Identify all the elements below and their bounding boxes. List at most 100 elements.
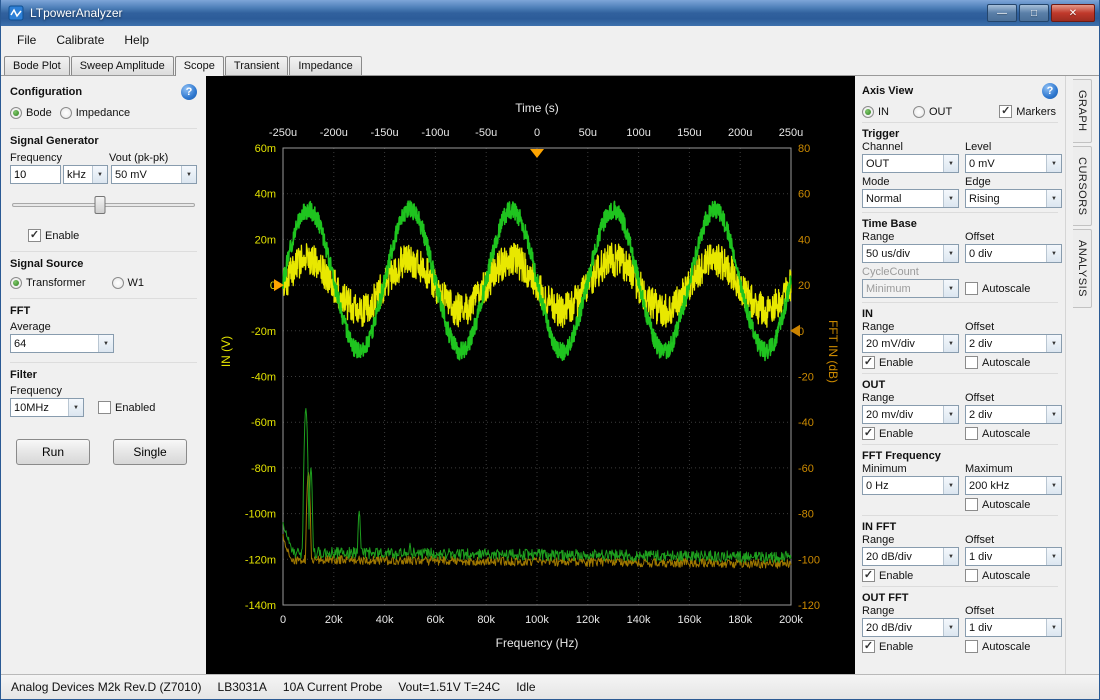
transformer-radio-circle[interactable] bbox=[10, 277, 22, 289]
in-radio-circle[interactable] bbox=[862, 106, 874, 118]
out-fft-enable-box[interactable] bbox=[862, 640, 875, 653]
in-fft-autoscale-checkbox[interactable]: Autoscale bbox=[965, 569, 1062, 582]
trigger-edge-select[interactable]: Rising bbox=[965, 189, 1062, 208]
markers-checkbox-box[interactable] bbox=[999, 105, 1012, 118]
in-fft-offset-select[interactable]: 1 div bbox=[965, 547, 1062, 566]
run-button[interactable]: Run bbox=[16, 439, 90, 465]
out-autoscale-box[interactable] bbox=[965, 427, 978, 440]
frequency-input[interactable] bbox=[10, 165, 61, 184]
scope-canvas[interactable]: -250u-200u-150u-100u-50u050u100u150u200u… bbox=[206, 76, 855, 674]
minimize-button[interactable]: — bbox=[987, 4, 1017, 22]
tab-sweep-amplitude[interactable]: Sweep Amplitude bbox=[71, 56, 174, 75]
out-fft-autoscale-box[interactable] bbox=[965, 640, 978, 653]
menu-file[interactable]: File bbox=[7, 29, 46, 51]
frequency-unit-select[interactable]: kHz bbox=[63, 165, 108, 184]
time-base-range-select[interactable]: 50 us/div bbox=[862, 244, 959, 263]
chevron-down-icon[interactable] bbox=[943, 335, 958, 352]
out-enable-box[interactable] bbox=[862, 427, 875, 440]
markers-checkbox[interactable]: Markers bbox=[999, 105, 1056, 118]
chevron-down-icon[interactable] bbox=[943, 477, 958, 494]
tab-transient[interactable]: Transient bbox=[225, 56, 288, 75]
trigger-level-select[interactable]: 0 mV bbox=[965, 154, 1062, 173]
chevron-down-icon[interactable] bbox=[92, 166, 107, 183]
menu-calibrate[interactable]: Calibrate bbox=[46, 29, 114, 51]
in-range-select[interactable]: 20 mV/div bbox=[862, 334, 959, 353]
transformer-radio[interactable]: Transformer bbox=[10, 277, 86, 289]
tab-scope[interactable]: Scope bbox=[175, 56, 224, 76]
chevron-down-icon[interactable] bbox=[1046, 155, 1061, 172]
single-button[interactable]: Single bbox=[113, 439, 187, 465]
bode-radio[interactable]: Bode bbox=[10, 107, 52, 119]
chevron-down-icon[interactable] bbox=[181, 166, 196, 183]
autoscale-checkbox-box[interactable] bbox=[965, 282, 978, 295]
chevron-down-icon[interactable] bbox=[943, 245, 958, 262]
chevron-down-icon[interactable] bbox=[943, 155, 958, 172]
in-enable-box[interactable] bbox=[862, 356, 875, 369]
filter-enabled-box[interactable] bbox=[98, 401, 111, 414]
out-enable-checkbox[interactable]: Enable bbox=[862, 427, 959, 440]
in-fft-enable-box[interactable] bbox=[862, 569, 875, 582]
w1-radio[interactable]: W1 bbox=[112, 277, 145, 289]
chevron-down-icon[interactable] bbox=[1046, 477, 1061, 494]
chevron-down-icon[interactable] bbox=[1046, 190, 1061, 207]
enable-checkbox-box[interactable] bbox=[28, 229, 41, 242]
filter-enabled-checkbox[interactable]: Enabled bbox=[98, 401, 155, 414]
side-tab-analysis[interactable]: ANALYSIS bbox=[1073, 229, 1092, 308]
chevron-down-icon[interactable] bbox=[943, 190, 958, 207]
chevron-down-icon[interactable] bbox=[1046, 335, 1061, 352]
tab-impedance[interactable]: Impedance bbox=[289, 56, 361, 75]
side-tab-graph[interactable]: GRAPH bbox=[1073, 79, 1092, 143]
fft-maximum-select[interactable]: 200 kHz bbox=[965, 476, 1062, 495]
trigger-channel-select[interactable]: OUT bbox=[862, 154, 959, 173]
tab-bode-plot[interactable]: Bode Plot bbox=[4, 56, 70, 75]
help-icon[interactable]: ? bbox=[1042, 83, 1058, 99]
fft-minimum-select[interactable]: 0 Hz bbox=[862, 476, 959, 495]
in-enable-checkbox[interactable]: Enable bbox=[862, 356, 959, 369]
chevron-down-icon[interactable] bbox=[943, 548, 958, 565]
average-select[interactable]: 64 bbox=[10, 334, 114, 353]
axis-view-out-radio[interactable]: OUT bbox=[913, 106, 952, 118]
filter-frequency-select[interactable]: 10MHz bbox=[10, 398, 84, 417]
in-fft-enable-checkbox[interactable]: Enable bbox=[862, 569, 959, 582]
out-range-select[interactable]: 20 mv/div bbox=[862, 405, 959, 424]
close-button[interactable]: ✕ bbox=[1051, 4, 1095, 22]
slider-thumb[interactable] bbox=[94, 196, 105, 214]
in-autoscale-checkbox[interactable]: Autoscale bbox=[965, 356, 1062, 369]
axis-view-in-radio[interactable]: IN bbox=[862, 106, 889, 118]
fft-frequency-autoscale-checkbox[interactable]: Autoscale bbox=[965, 498, 1062, 511]
frequency-slider[interactable] bbox=[12, 194, 195, 216]
trigger-mode-select[interactable]: Normal bbox=[862, 189, 959, 208]
chevron-down-icon[interactable] bbox=[1046, 548, 1061, 565]
w1-radio-circle[interactable] bbox=[112, 277, 124, 289]
out-fft-offset-select[interactable]: 1 div bbox=[965, 618, 1062, 637]
chevron-down-icon[interactable] bbox=[1046, 619, 1061, 636]
chevron-down-icon[interactable] bbox=[943, 619, 958, 636]
bode-radio-circle[interactable] bbox=[10, 107, 22, 119]
impedance-radio[interactable]: Impedance bbox=[60, 107, 130, 119]
scope-plot[interactable]: -250u-200u-150u-100u-50u050u100u150u200u… bbox=[206, 76, 855, 674]
help-icon[interactable]: ? bbox=[181, 84, 197, 100]
in-autoscale-box[interactable] bbox=[965, 356, 978, 369]
fft-autoscale-box[interactable] bbox=[965, 498, 978, 511]
out-fft-autoscale-checkbox[interactable]: Autoscale bbox=[965, 640, 1062, 653]
chevron-down-icon[interactable] bbox=[943, 406, 958, 423]
chevron-down-icon[interactable] bbox=[1046, 406, 1061, 423]
out-fft-enable-checkbox[interactable]: Enable bbox=[862, 640, 959, 653]
chevron-down-icon[interactable] bbox=[98, 335, 113, 352]
side-tab-cursors[interactable]: CURSORS bbox=[1073, 146, 1092, 227]
in-offset-select[interactable]: 2 div bbox=[965, 334, 1062, 353]
out-radio-circle[interactable] bbox=[913, 106, 925, 118]
in-fft-autoscale-box[interactable] bbox=[965, 569, 978, 582]
title-bar[interactable]: LTpowerAnalyzer — □ ✕ bbox=[1, 0, 1099, 26]
out-offset-select[interactable]: 2 div bbox=[965, 405, 1062, 424]
vout-select[interactable]: 50 mV bbox=[111, 165, 197, 184]
out-autoscale-checkbox[interactable]: Autoscale bbox=[965, 427, 1062, 440]
chevron-down-icon[interactable] bbox=[1046, 245, 1061, 262]
in-fft-range-select[interactable]: 20 dB/div bbox=[862, 547, 959, 566]
maximize-button[interactable]: □ bbox=[1019, 4, 1049, 22]
impedance-radio-circle[interactable] bbox=[60, 107, 72, 119]
out-fft-range-select[interactable]: 20 dB/div bbox=[862, 618, 959, 637]
time-base-offset-select[interactable]: 0 div bbox=[965, 244, 1062, 263]
signal-generator-enable-checkbox[interactable]: Enable bbox=[28, 229, 197, 242]
chevron-down-icon[interactable] bbox=[68, 399, 83, 416]
